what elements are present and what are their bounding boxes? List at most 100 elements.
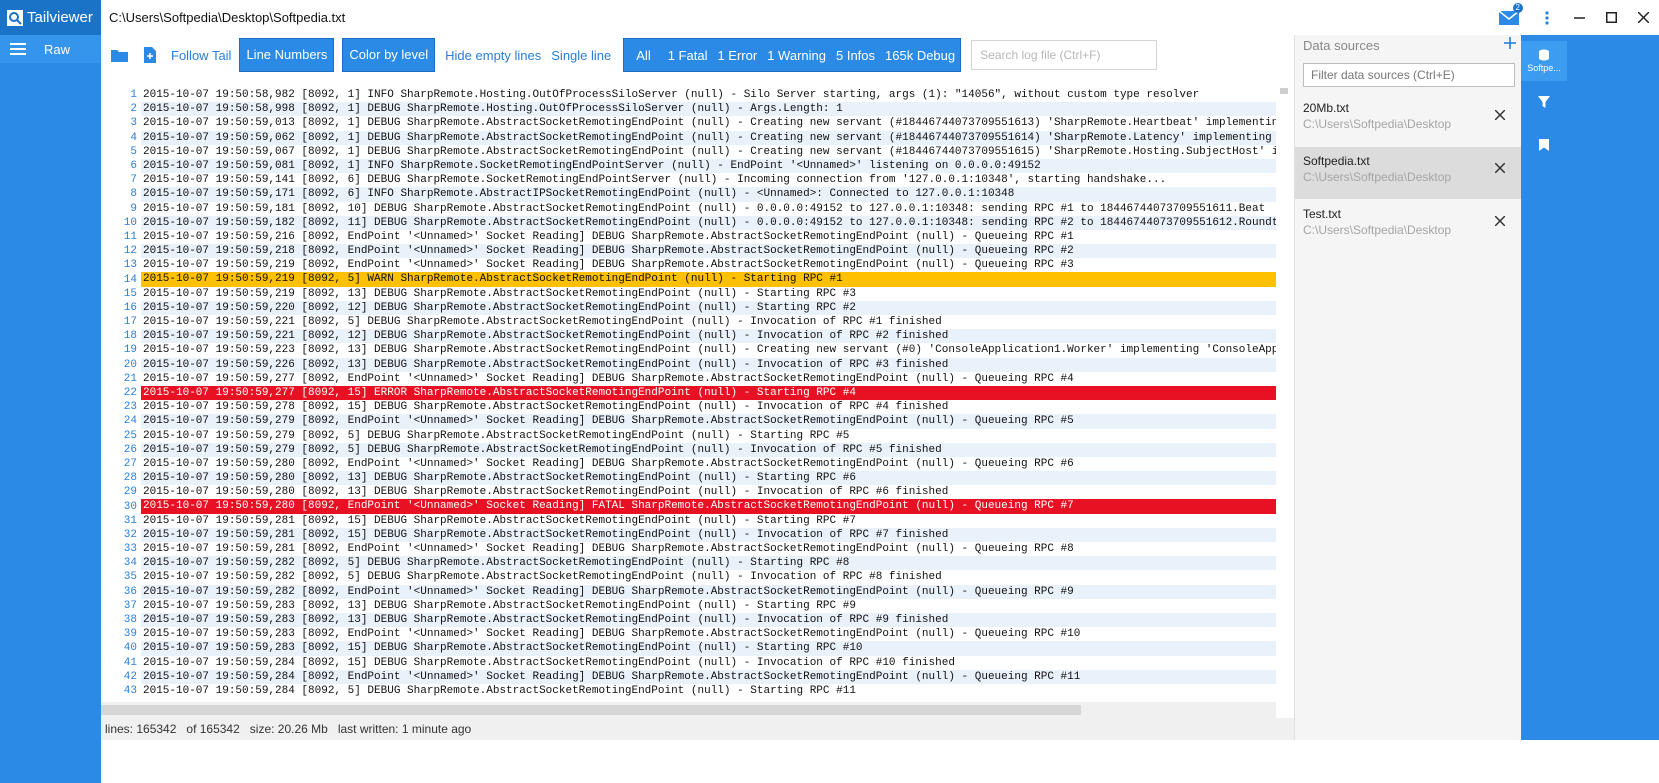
filter-tab[interactable] [1521,82,1567,122]
log-line[interactable]: 27 2015-10-07 19:50:59,280 [8092, EndPoin… [101,457,1276,471]
more-options-button[interactable] [1531,0,1563,35]
line-numbers-toggle[interactable]: Line Numbers [239,38,335,72]
close-window-button[interactable] [1627,0,1659,35]
log-line-number: 3 [130,117,137,130]
log-line[interactable]: 21 2015-10-07 19:50:59,277 [8092, EndPoin… [101,372,1276,386]
log-line-text: 2015-10-07 19:50:59,216 [8092, EndPoint … [143,230,1074,243]
log-line[interactable]: 28 2015-10-07 19:50:59,280 [8092, 13] DEB… [101,471,1276,486]
log-line[interactable]: 38 2015-10-07 19:50:59,283 [8092, 13] DEB… [101,612,1276,628]
log-line-number: 26 [123,443,137,456]
log-line-number: 36 [123,585,137,598]
remove-data-source-button[interactable] [1494,158,1506,178]
level-filter-fatal[interactable]: 1 Fatal [663,48,713,63]
data-source-item[interactable]: 20Mb.txt C:\Users\Softpedia\Desktop [1295,94,1522,146]
log-line[interactable]: 2 2015-10-07 19:50:58,998 [8092, 1] DEBUG… [101,102,1276,117]
log-line-number: 40 [123,642,137,655]
nav-item-raw[interactable]: Raw [0,35,101,63]
log-line[interactable]: 33 2015-10-07 19:50:59,281 [8092, EndPoin… [101,542,1276,556]
nav-item-raw-label: Raw [44,41,71,57]
log-line[interactable]: 6 2015-10-07 19:50:59,081 [8092, 1] INFO … [101,158,1276,174]
log-line[interactable]: 34 2015-10-07 19:50:59,282 [8092, 5] DEBU… [101,556,1276,571]
log-line[interactable]: 30 2015-10-07 19:50:59,280 [8092, EndPoin… [101,499,1276,514]
bookmarks-tab[interactable] [1521,125,1567,165]
data-source-name: 20Mb.txt [1303,101,1350,115]
log-line[interactable]: 8 2015-10-07 19:50:59,171 [8092, 6] INFO … [101,187,1276,202]
follow-tail-toggle[interactable]: Follow Tail [171,48,231,63]
filter-data-sources-input[interactable]: Filter data sources (Ctrl+E) [1303,63,1515,87]
level-filter-debug[interactable]: 165k Debug [880,48,960,63]
log-line[interactable]: 43 2015-10-07 19:50:59,284 [8092, 5] DEBU… [101,684,1276,698]
open-folder-button[interactable] [109,44,131,66]
log-line-number: 7 [130,174,137,187]
search-log-input[interactable]: Search log file (Ctrl+F) [971,40,1158,70]
log-line-text: 2015-10-07 19:50:58,998 [8092, 1] DEBUG … [141,102,1276,117]
level-filter-warning[interactable]: 1 Warning [762,48,831,63]
log-line[interactable]: 26 2015-10-07 19:50:59,279 [8092, 5] DEBU… [101,442,1276,457]
log-line[interactable]: 42 2015-10-07 19:50:59,284 [8092, EndPoin… [101,669,1276,684]
log-line[interactable]: 20 2015-10-07 19:50:59,226 [8092, 13] DEB… [101,357,1276,372]
log-line[interactable]: 39 2015-10-07 19:50:59,283 [8092, EndPoin… [101,627,1276,641]
log-line[interactable]: 16 2015-10-07 19:50:59,220 [8092, 12] DEB… [101,300,1276,315]
single-line-toggle[interactable]: Single line [551,48,611,63]
remove-data-source-button[interactable] [1494,211,1506,231]
level-filter-all[interactable]: All [624,48,662,63]
status-bar: lines: 165342 of 165342 size: 20.26 Mb l… [101,718,1294,740]
notifications-button[interactable]: 2 [1493,0,1525,35]
color-by-level-toggle[interactable]: Color by level [342,38,436,72]
maximize-button[interactable] [1595,0,1627,35]
log-line[interactable]: 7 2015-10-07 19:50:59,141 [8092, 6] DEBUG… [101,173,1276,187]
log-line[interactable]: 35 2015-10-07 19:50:59,282 [8092, 5] DEBU… [101,570,1276,584]
log-line[interactable]: 10 2015-10-07 19:50:59,182 [8092, 11] DEB… [101,215,1276,230]
log-line[interactable]: 31 2015-10-07 19:50:59,281 [8092, 15] DEB… [101,514,1276,528]
log-line[interactable]: 18 2015-10-07 19:50:59,221 [8092, 12] DEB… [101,329,1276,344]
vertical-scroll-thumb[interactable] [1280,88,1288,94]
level-filter-info[interactable]: 5 Infos [831,48,880,63]
log-line[interactable]: 4 2015-10-07 19:50:59,062 [8092, 1] DEBUG… [101,130,1276,145]
log-line[interactable]: 41 2015-10-07 19:50:59,284 [8092, 15] DEB… [101,656,1276,670]
log-line[interactable]: 17 2015-10-07 19:50:59,221 [8092, 5] DEBU… [101,315,1276,329]
horizontal-scroll-thumb[interactable] [101,705,1081,715]
log-line-text: 2015-10-07 19:50:59,280 [8092, 13] DEBUG… [143,486,949,499]
hide-empty-lines-toggle[interactable]: Hide empty lines [445,48,541,63]
minimize-button[interactable] [1563,0,1595,35]
log-line-number: 33 [123,543,137,556]
log-line[interactable]: 32 2015-10-07 19:50:59,281 [8092, 15] DEB… [101,527,1276,542]
remove-data-source-button[interactable] [1494,105,1506,125]
mail-count-badge: 2 [1512,3,1523,13]
log-line[interactable]: 1 2015-10-07 19:50:58,982 [8092, 1] INFO … [101,88,1276,102]
left-sidebar: Tailviewer Raw [0,0,101,783]
log-line[interactable]: 15 2015-10-07 19:50:59,219 [8092, 13] DEB… [101,287,1276,301]
log-line[interactable]: 37 2015-10-07 19:50:59,283 [8092, 13] DEB… [101,599,1276,613]
log-line[interactable]: 29 2015-10-07 19:50:59,280 [8092, 13] DEB… [101,485,1276,499]
log-line[interactable]: 11 2015-10-07 19:50:59,216 [8092, EndPoin… [101,230,1276,244]
log-line[interactable]: 13 2015-10-07 19:50:59,219 [8092, EndPoin… [101,258,1276,272]
log-line-number: 19 [123,344,137,357]
log-line[interactable]: 25 2015-10-07 19:50:59,279 [8092, 5] DEBU… [101,429,1276,443]
data-source-item[interactable]: Test.txt C:\Users\Softpedia\Desktop [1295,200,1522,252]
data-sources-tab[interactable]: Softpe... [1521,41,1567,81]
log-line[interactable]: 23 2015-10-07 19:50:59,278 [8092, 15] DEB… [101,400,1276,414]
log-line[interactable]: 40 2015-10-07 19:50:59,283 [8092, 15] DEB… [101,641,1276,656]
data-source-path: C:\Users\Softpedia\Desktop [1303,170,1452,184]
log-line[interactable]: 3 2015-10-07 19:50:59,013 [8092, 1] DEBUG… [101,116,1276,130]
log-line[interactable]: 36 2015-10-07 19:50:59,282 [8092, EndPoin… [101,584,1276,599]
log-line-text: 2015-10-07 19:50:59,284 [8092, EndPoint … [141,669,1276,684]
log-line[interactable]: 9 2015-10-07 19:50:59,181 [8092, 10] DEBU… [101,202,1276,216]
log-line[interactable]: 22 2015-10-07 19:50:59,277 [8092, 15] ERR… [101,385,1276,401]
add-data-source-button[interactable] [1504,33,1516,54]
horizontal-scrollbar[interactable] [101,702,1276,718]
log-line[interactable]: 14 2015-10-07 19:50:59,219 [8092, 5] WARN… [101,272,1276,287]
log-line-number: 43 [123,684,137,697]
vertical-scrollbar[interactable] [1278,88,1290,702]
data-source-item[interactable]: Softpedia.txt C:\Users\Softpedia\Desktop [1295,147,1522,199]
log-view[interactable]: 1 2015-10-07 19:50:58,982 [8092, 1] INFO … [101,88,1276,702]
export-file-button[interactable] [139,44,161,66]
log-line[interactable]: 24 2015-10-07 19:50:59,279 [8092, EndPoin… [101,414,1276,429]
log-line-number: 21 [123,372,137,385]
log-line[interactable]: 19 2015-10-07 19:50:59,223 [8092, 13] DEB… [101,343,1276,357]
level-filter-error[interactable]: 1 Error [712,48,762,63]
log-line-text: 2015-10-07 19:50:59,284 [8092, 15] DEBUG… [143,656,955,669]
log-line-number: 32 [123,528,137,541]
log-line[interactable]: 5 2015-10-07 19:50:59,067 [8092, 1] DEBUG… [101,145,1276,159]
log-line[interactable]: 12 2015-10-07 19:50:59,218 [8092, EndPoin… [101,244,1276,259]
